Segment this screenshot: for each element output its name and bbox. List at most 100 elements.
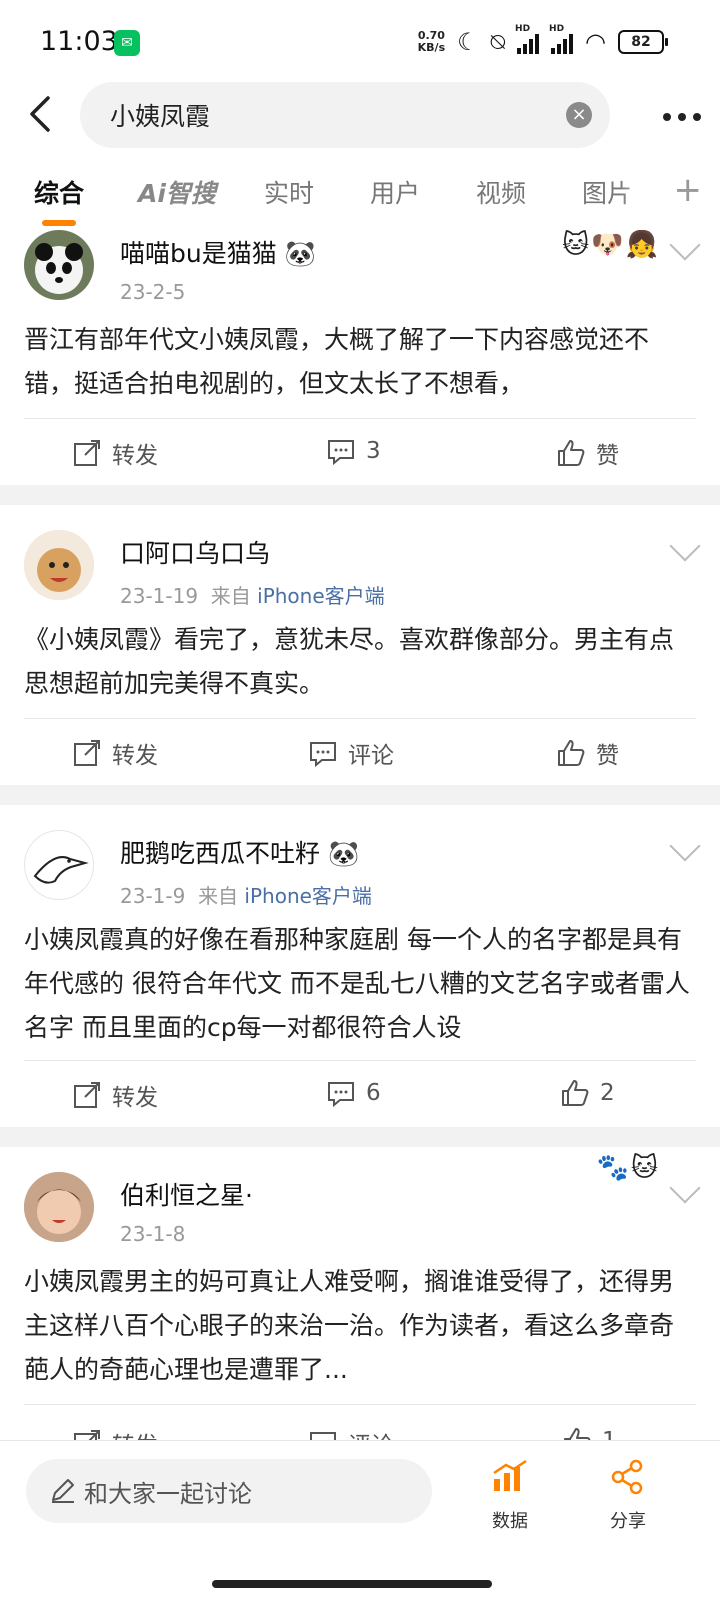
network-speed: 0.70 KB/s — [417, 29, 446, 54]
tab-realtime[interactable]: 实时 — [264, 174, 314, 210]
post-text: 小姨凤霞真的好像在看那种家庭剧 每一个人的名字都是具有年代感的 很符合年代文 而… — [24, 925, 690, 1042]
battery-icon: 82 — [618, 30, 668, 54]
username[interactable]: 伯利恒之星· — [120, 1176, 253, 1212]
post-text: 《小姨凤霞》看完了，意犹未尽。喜欢群像部分。男主有点思想超前加完美得不真实。 — [24, 625, 675, 698]
clear-search-button[interactable]: × — [566, 102, 592, 128]
thumbs-up-icon — [558, 440, 585, 466]
post-meta: 23-2-5 — [120, 280, 185, 304]
chevron-left-icon — [30, 96, 50, 132]
tab-comprehensive[interactable]: 综合 — [34, 174, 84, 210]
discuss-placeholder: 和大家一起讨论 — [84, 1480, 252, 1508]
avatar[interactable] — [24, 1172, 94, 1242]
comment-button[interactable]: 评论 — [308, 1426, 394, 1440]
comment-icon — [310, 742, 336, 768]
chevron-down-icon[interactable] — [669, 230, 701, 261]
username[interactable]: 肥鹅吃西瓜不吐籽 🐼 — [120, 834, 359, 870]
like-button[interactable]: 赞 — [556, 736, 619, 770]
like-button[interactable]: 1 — [562, 1426, 617, 1440]
bottom-bar: 和大家一起讨论 数据 分享 — [0, 1440, 720, 1600]
repost-button[interactable]: 转发 — [72, 436, 158, 470]
like-button[interactable]: 赞 — [556, 436, 619, 470]
panda-badge-icon: 🐼 — [284, 239, 316, 268]
tab-users[interactable]: 用户 — [370, 174, 420, 210]
moon-icon: ☾ — [457, 28, 479, 56]
battery-level: 82 — [631, 34, 651, 50]
avatar[interactable] — [24, 830, 94, 900]
post-text: 小姨凤霞男主的妈可真让人难受啊，搁谁谁受得了，还得男主这样八百个心眼子的来治一治… — [24, 1267, 675, 1384]
source-prefix: 来自 — [198, 884, 239, 908]
repost-icon — [74, 1430, 100, 1440]
source-link[interactable]: iPhone客户端 — [244, 884, 372, 908]
search-results-feed: 喵喵bu是猫猫 🐼 23-2-5 🐱🐶👧 晋江有部年代文小姨凤霞，大概了解了一下… — [0, 230, 720, 1440]
status-bar: 11:03 ✉ 0.70 KB/s ☾ ⍉ HD HD ◠ 82 — [0, 0, 720, 80]
repost-button[interactable]: 转发 — [72, 736, 158, 770]
more-options-button[interactable] — [662, 94, 702, 128]
avatar[interactable] — [24, 230, 94, 300]
chevron-down-icon[interactable] — [669, 830, 701, 862]
comment-icon — [310, 1432, 336, 1440]
search-input[interactable]: 小姨凤霞 × — [80, 82, 610, 148]
post-date: 23-1-9 — [120, 884, 186, 908]
post-card: 口阿口乌口乌 23-1-19 来自 iPhone客户端 《小姨凤霞》看完了，意犹… — [0, 505, 720, 785]
post-meta: 23-1-19 来自 iPhone客户端 — [120, 580, 385, 609]
comment-button[interactable]: 6 — [326, 1078, 381, 1108]
share-icon — [611, 1459, 643, 1495]
share-label: 分享 — [610, 1511, 646, 1532]
chevron-down-icon[interactable] — [669, 530, 701, 562]
wechat-notification-icon: ✉ — [114, 30, 140, 56]
pencil-icon — [52, 1479, 74, 1503]
share-button[interactable]: 分享 — [588, 1459, 668, 1533]
post-meta: 23-1-9 来自 iPhone客户端 — [120, 880, 372, 909]
search-query: 小姨凤霞 — [110, 102, 211, 131]
post-card: 肥鹅吃西瓜不吐籽 🐼 23-1-9 来自 iPhone客户端 小姨凤霞真的好像在… — [0, 805, 720, 1127]
chevron-down-icon[interactable] — [669, 1172, 701, 1204]
thumbs-up-icon — [564, 1428, 591, 1440]
add-tab-icon[interactable]: + — [674, 170, 703, 210]
signal-strength-icon: HD — [515, 24, 540, 54]
close-icon: × — [571, 104, 587, 125]
cat-sticker-icon: 🐱🐶👧 — [562, 230, 660, 260]
avatar[interactable] — [24, 530, 94, 600]
repost-icon — [74, 1082, 100, 1108]
comment-icon — [328, 1082, 354, 1108]
wifi-icon: ◠ — [585, 28, 606, 56]
post-text: 晋江有部年代文小姨凤霞，大概了解了一下内容感觉还不错，挺适合拍电视剧的，但文太长… — [24, 325, 650, 398]
back-button[interactable] — [22, 94, 62, 134]
comment-button[interactable]: 评论 — [308, 736, 394, 770]
chart-icon — [493, 1459, 527, 1491]
tab-videos[interactable]: 视频 — [476, 174, 526, 210]
post-date: 23-2-5 — [120, 280, 186, 304]
repost-icon — [74, 440, 100, 466]
post-card: 伯利恒之星· 23-1-8 🐾🐱 小姨凤霞男主的妈可真让人难受啊，搁谁谁受得了，… — [0, 1147, 720, 1440]
signal-strength-icon: HD — [549, 24, 574, 54]
repost-button[interactable]: 转发 — [72, 1426, 158, 1440]
source-link[interactable]: iPhone客户端 — [257, 584, 385, 608]
post-card: 喵喵bu是猫猫 🐼 23-2-5 🐱🐶👧 晋江有部年代文小姨凤霞，大概了解了一下… — [0, 230, 720, 485]
active-tab-indicator — [42, 220, 76, 226]
username[interactable]: 喵喵bu是猫猫 🐼 — [120, 234, 316, 270]
thumbs-up-icon — [558, 740, 585, 766]
repost-icon — [74, 740, 100, 766]
status-time: 11:03 — [40, 26, 118, 57]
source-prefix: 来自 — [210, 584, 251, 608]
search-tabs: 综合 Ai智搜 实时 用户 视频 图片 + — [0, 160, 720, 230]
discuss-input[interactable]: 和大家一起讨论 — [26, 1459, 432, 1523]
post-date: 23-1-8 — [120, 1222, 186, 1246]
tab-ai-search[interactable]: Ai智搜 — [138, 174, 216, 210]
comment-button[interactable]: 3 — [326, 436, 381, 466]
data-button[interactable]: 数据 — [470, 1459, 550, 1533]
repost-button[interactable]: 转发 — [72, 1078, 158, 1112]
post-meta: 23-1-8 — [120, 1222, 185, 1246]
thumbs-up-icon — [562, 1080, 589, 1106]
post-date: 23-1-19 — [120, 584, 199, 608]
like-button[interactable]: 2 — [560, 1078, 615, 1108]
panda-badge-icon: 🐼 — [327, 839, 360, 868]
home-indicator[interactable] — [212, 1580, 492, 1588]
more-dots-icon — [663, 113, 701, 121]
data-label: 数据 — [492, 1511, 528, 1532]
username[interactable]: 口阿口乌口乌 — [120, 534, 270, 570]
search-header: 小姨凤霞 × — [0, 80, 720, 160]
comment-icon — [328, 440, 354, 466]
cat-sticker-icon: 🐾🐱 — [596, 1153, 660, 1183]
bell-off-icon: ⍉ — [490, 28, 506, 56]
